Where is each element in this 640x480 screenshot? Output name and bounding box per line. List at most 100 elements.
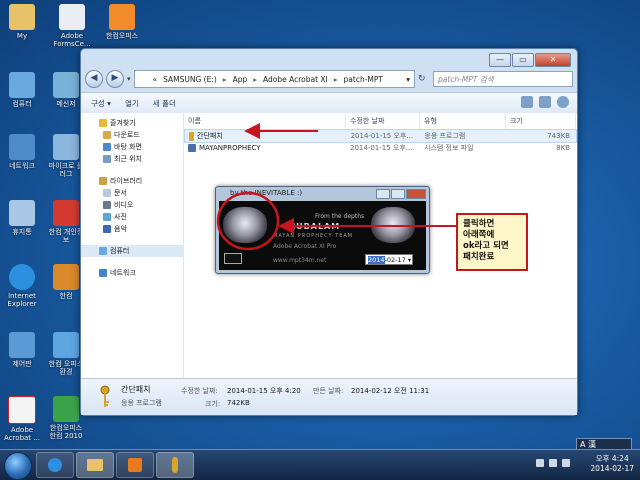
view-options-icon[interactable] (521, 96, 533, 108)
mayan-skull-icon (223, 207, 267, 243)
desktop-icon-internet-explorer[interactable]: Internet Explorer (2, 264, 42, 308)
nav-downloads[interactable]: 다운로드 (81, 129, 183, 141)
banner-url: www.mpt34m.net (273, 257, 327, 264)
maximize-button[interactable] (391, 189, 405, 199)
videos-icon (103, 201, 111, 209)
desktop-icon-computer[interactable]: 컴퓨터 (2, 72, 42, 108)
patch-dialog[interactable]: by the INEVITABLE :) From the depths AJU… (215, 186, 430, 274)
close-button[interactable]: ✕ (535, 53, 571, 67)
folder-icon (9, 4, 35, 30)
desktop-icon (103, 143, 111, 151)
downloads-icon (103, 131, 111, 139)
nav-label: 다운로드 (114, 131, 140, 139)
refresh-button[interactable]: ↻ (418, 74, 430, 84)
desktop-icon-recycle-bin[interactable]: 휴지통 (2, 200, 42, 236)
nav-network[interactable]: 네트워크 (81, 267, 183, 279)
nav-computer[interactable]: 컴퓨터 (81, 245, 183, 257)
nav-label: 문서 (114, 189, 127, 197)
close-button[interactable] (406, 189, 426, 199)
volume-icon[interactable] (562, 459, 570, 467)
back-button[interactable]: ◀ (85, 70, 103, 88)
view-controls (521, 96, 569, 108)
new-folder-button[interactable]: 새 폴더 (153, 98, 176, 109)
banner-product: Adobe Acrobat XI Pro (273, 243, 337, 250)
preview-pane-icon[interactable] (539, 96, 551, 108)
nav-recent[interactable]: 최근 위치 (81, 153, 183, 165)
taskbar-explorer[interactable] (76, 452, 114, 478)
patch-dialog-banner: From the depths AJUBALAM MAYAN PROPHECY … (219, 201, 426, 270)
search-input[interactable]: patch-MPT 검색 (433, 71, 573, 87)
address-crumb[interactable]: App (233, 75, 248, 84)
address-bar[interactable]: « SAMSUNG (E:) ▸ App ▸ Adobe Acrobat XI … (133, 70, 415, 88)
address-crumb[interactable]: Adobe Acrobat XI (263, 75, 328, 84)
taskbar-media-player[interactable] (116, 452, 154, 478)
taskbar-patch[interactable] (156, 452, 194, 478)
taskbar-internet-explorer[interactable] (36, 452, 74, 478)
star-icon (99, 119, 107, 127)
tray-expand-icon[interactable] (536, 459, 544, 467)
annotation-line: 클릭하면 (463, 219, 495, 229)
key-icon (189, 131, 194, 141)
computer-icon (9, 72, 35, 98)
folder-icon (87, 459, 103, 471)
nav-libraries[interactable]: 라이브러리 (81, 175, 183, 187)
date-dropdown-icon[interactable]: ▾ (408, 255, 411, 266)
patch-button[interactable] (224, 253, 242, 264)
desktop-icon-network[interactable]: 네트워크 (2, 134, 42, 170)
mayan-skull-icon (371, 207, 415, 243)
nav-favorites[interactable]: 즐겨찾기 (81, 117, 183, 129)
crumb-separator-icon[interactable]: ▸ (253, 75, 257, 84)
nav-label: 라이브러리 (110, 177, 143, 185)
file-row[interactable]: MAYANPROPHECY 2014-01-15 오후... 시스템 정보 파일… (184, 142, 577, 154)
address-crumb[interactable]: patch-MPT (344, 75, 383, 84)
nav-label: 사진 (114, 213, 127, 221)
nav-desktop[interactable]: 바탕 화면 (81, 141, 183, 153)
minimize-button[interactable]: — (489, 53, 511, 67)
address-dropdown-icon[interactable]: ▾ (406, 75, 410, 84)
annotation-line: ok라고 되면 (463, 241, 509, 251)
open-button[interactable]: 열기 (125, 98, 139, 109)
nav-documents[interactable]: 문서 (81, 187, 183, 199)
system-clock[interactable]: 오후 4:24 2014-02-17 (590, 454, 634, 474)
maximize-button[interactable]: ▭ (512, 53, 534, 67)
desktop-icon-hancom-office[interactable]: 한컴오피스 (102, 4, 142, 40)
nav-music[interactable]: 음악 (81, 223, 183, 235)
recent-pages-dropdown[interactable]: ▾ (127, 75, 131, 83)
column-header-name[interactable]: 이름 (184, 113, 346, 129)
file-name-cell: 간단패치 (185, 131, 347, 141)
crumb-separator-icon[interactable]: ▸ (334, 75, 338, 84)
network-icon (99, 269, 107, 277)
nav-pictures[interactable]: 사진 (81, 211, 183, 223)
minimize-button[interactable] (376, 189, 390, 199)
desktop-icon-my-documents[interactable]: My (2, 4, 42, 40)
patch-date-picker[interactable]: 2014-02-17 ▾ (365, 254, 413, 265)
desktop-icon-adobe-formscentral[interactable]: Adobe FormsCe... (52, 4, 92, 48)
forward-button[interactable]: ▶ (106, 70, 124, 88)
column-header-date[interactable]: 수정한 날짜 (346, 113, 420, 129)
desktop-icon-control-panel[interactable]: 제어판 (2, 332, 42, 368)
file-row[interactable]: 간단패치 2014-01-15 오후... 응용 프로그램 743KB (184, 129, 577, 143)
address-crumb[interactable]: SAMSUNG (E:) (163, 75, 217, 84)
column-header-type[interactable]: 유형 (420, 113, 506, 129)
clock-date: 2014-02-17 (590, 464, 634, 473)
address-root-chevron[interactable]: « (153, 75, 158, 84)
details-size-label: 크기: (205, 400, 221, 408)
details-modified-value: 2014-01-15 오후 4:20 (227, 387, 301, 395)
details-size-value: 742KB (227, 399, 250, 407)
desktop-icon-adobe-acrobat[interactable]: Adobe Acrobat ... (2, 396, 42, 442)
annotation-note: 클릭하면 아래쪽에 ok라고 되면 패치완료 (456, 213, 528, 271)
start-button[interactable] (4, 452, 32, 480)
help-icon[interactable] (557, 96, 569, 108)
navigation-pane: 즐겨찾기 다운로드 바탕 화면 최근 위치 라이브러리 문서 비디오 사진 음악… (81, 113, 184, 379)
nav-label: 비디오 (114, 201, 134, 209)
crumb-separator-icon[interactable]: ▸ (223, 75, 227, 84)
column-header-size[interactable]: 크기 (506, 113, 576, 129)
documents-icon (103, 189, 111, 197)
organize-button[interactable]: 구성 ▾ (91, 98, 111, 109)
hancom-icon (109, 4, 135, 30)
nav-videos[interactable]: 비디오 (81, 199, 183, 211)
pictures-icon (103, 213, 111, 221)
patch-dialog-title: by the INEVITABLE :) (230, 189, 303, 197)
network-tray-icon[interactable] (549, 459, 557, 467)
file-name: MAYANPROPHECY (199, 144, 261, 152)
